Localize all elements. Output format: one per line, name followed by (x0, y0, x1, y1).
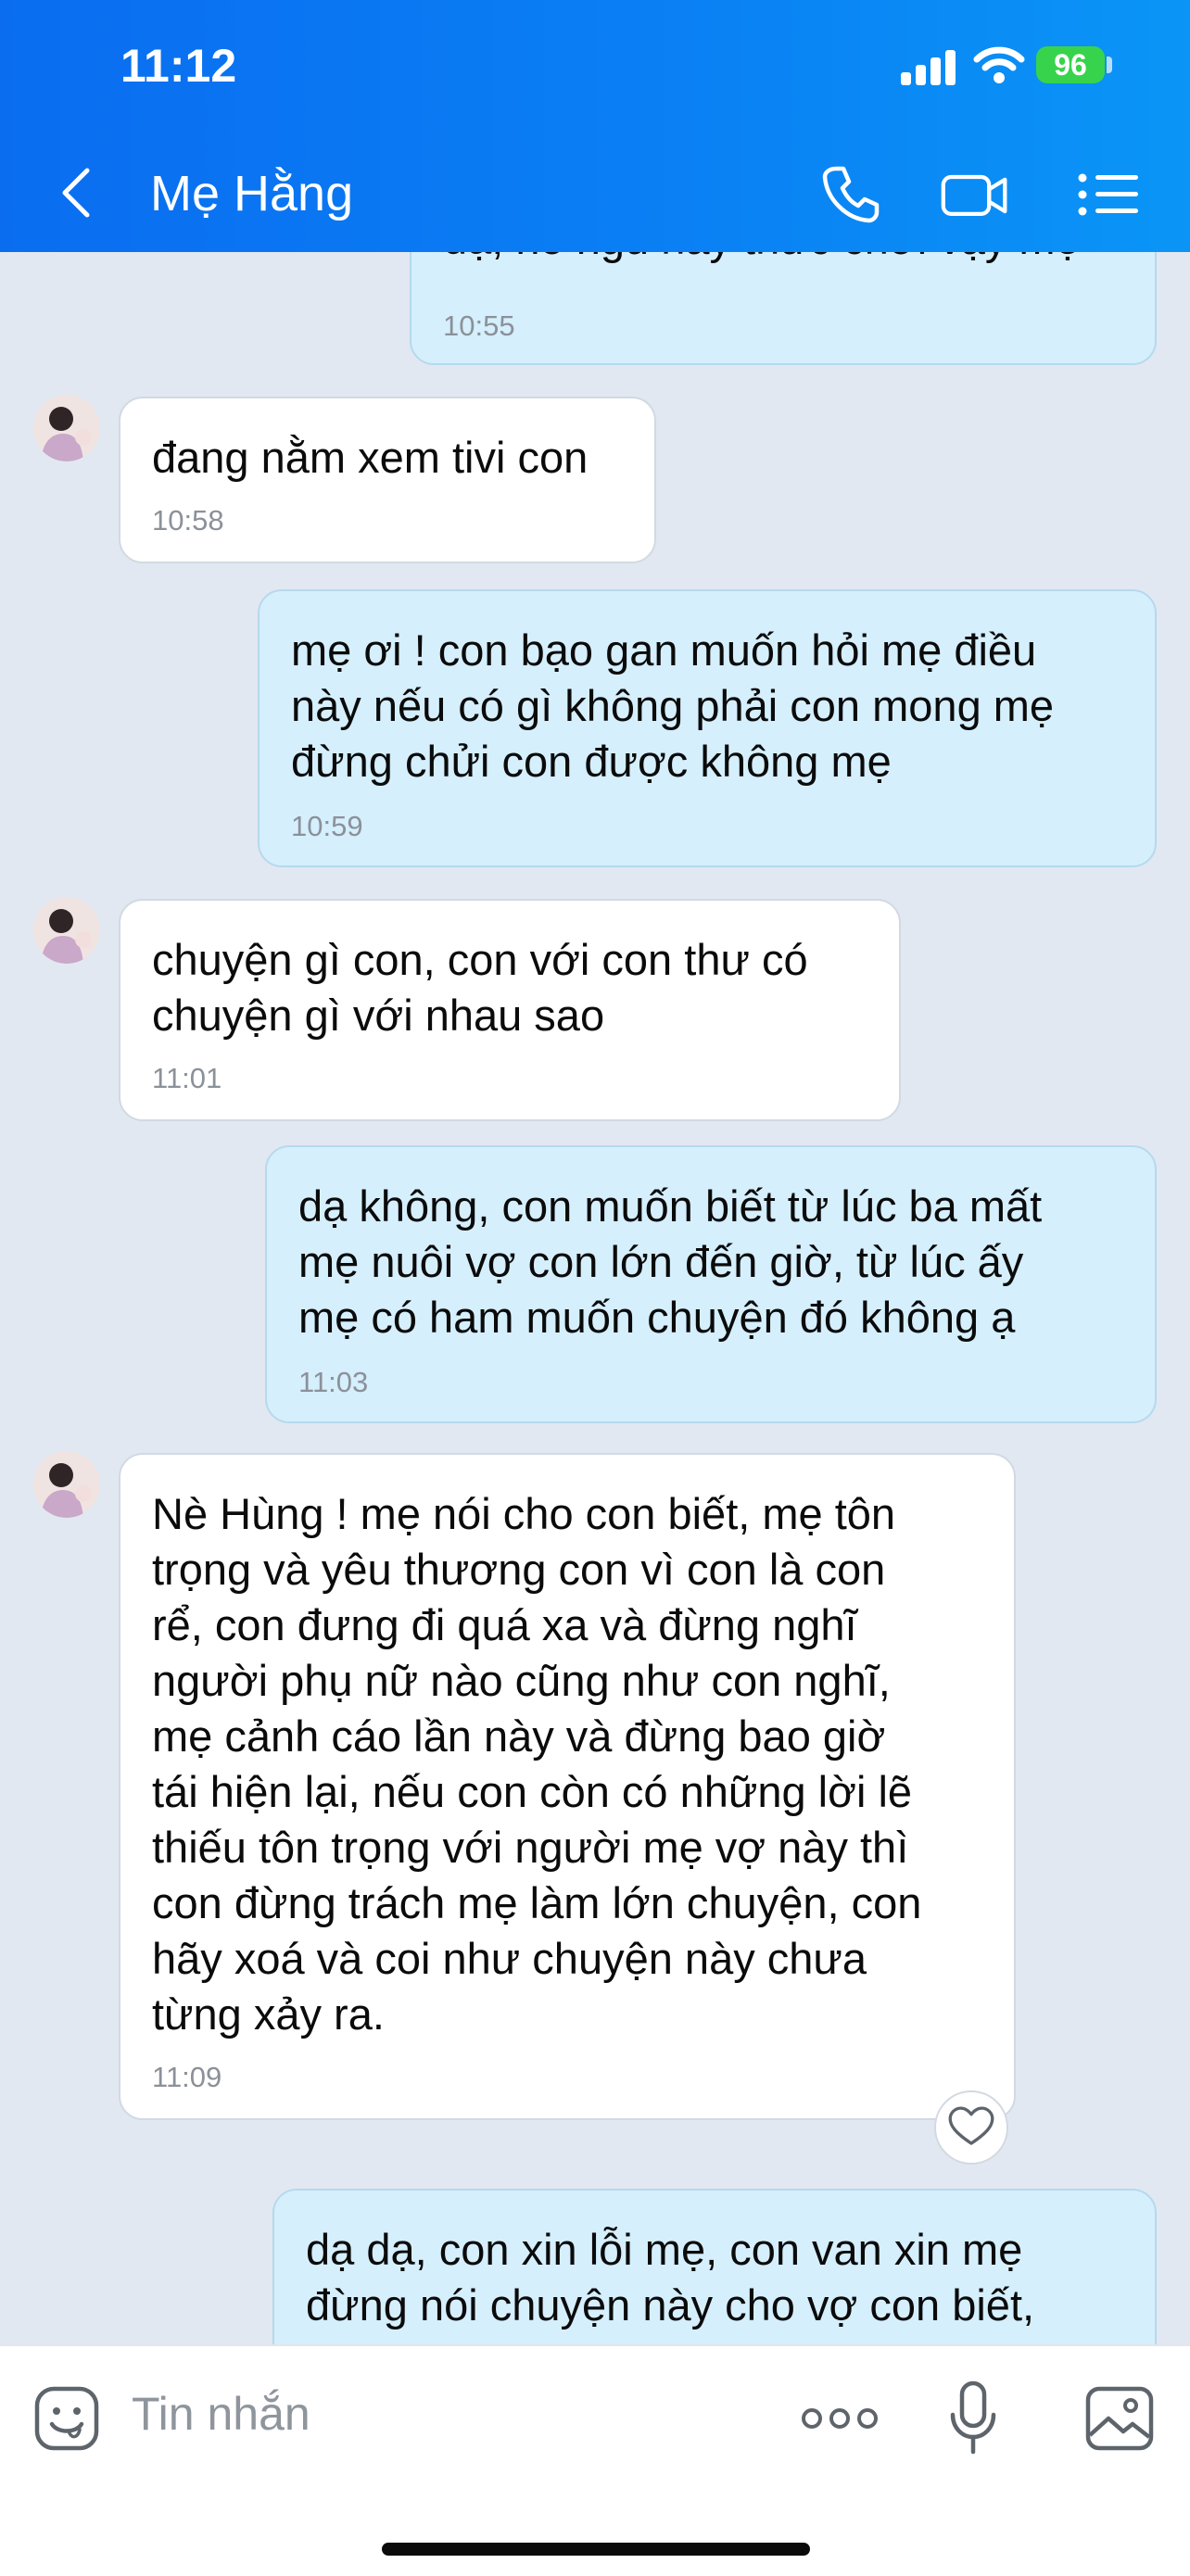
message-bubble-outgoing[interactable]: dạ, nó ngủ hay thức chơi vậy mẹ 10:55 (410, 252, 1157, 365)
message-text: dạ, nó ngủ hay thức chơi vậy mẹ (443, 252, 1123, 267)
avatar[interactable] (33, 1451, 100, 1518)
message-time: 10:55 (443, 309, 515, 342)
microphone-icon[interactable] (945, 2380, 1001, 2457)
message-bubble-outgoing[interactable]: mẹ ơi ! con bạo gan muốn hỏi mẹ điều này… (258, 589, 1157, 867)
message-list[interactable]: dạ, nó ngủ hay thức chơi vậy mẹ 10:55 đa… (0, 252, 1190, 2344)
avatar[interactable] (33, 897, 100, 964)
home-indicator (382, 2543, 810, 2556)
image-icon[interactable] (1082, 2383, 1157, 2454)
cellular-signal-icon (901, 48, 956, 85)
battery-indicator: 96 (1036, 46, 1105, 83)
message-text: dạ không, con muốn biết từ lúc ba mất mẹ… (298, 1181, 1043, 1342)
message-input[interactable]: Tin nhắn (132, 2387, 310, 2441)
message-bubble-outgoing[interactable]: dạ dạ, con xin lỗi mẹ, con van xin mẹ đừ… (272, 2189, 1157, 2344)
message-text: mẹ ơi ! con bạo gan muốn hỏi mẹ điều này… (291, 625, 1055, 786)
contact-name[interactable]: Mẹ Hằng (150, 165, 353, 222)
more-dots-icon[interactable] (801, 2400, 879, 2437)
wifi-icon (973, 46, 1025, 83)
message-bubble-outgoing[interactable]: dạ không, con muốn biết từ lúc ba mất mẹ… (265, 1145, 1157, 1423)
message-time: 11:03 (298, 1366, 369, 1398)
message-bubble-incoming[interactable]: đang nằm xem tivi con 10:58 (119, 397, 656, 563)
message-time: 11:01 (152, 1062, 222, 1094)
message-time: 11:09 (152, 2061, 222, 2093)
phone-icon[interactable] (816, 159, 886, 230)
message-text: Nè Hùng ! mẹ nói cho con biết, mẹ tôn tr… (152, 1489, 922, 2039)
message-bubble-incoming[interactable]: Nè Hùng ! mẹ nói cho con biết, mẹ tôn tr… (119, 1453, 1016, 2120)
avatar[interactable] (33, 395, 100, 461)
message-text: dạ dạ, con xin lỗi mẹ, con van xin mẹ đừ… (306, 2225, 1035, 2330)
battery-tip (1107, 57, 1112, 73)
chevron-left-icon[interactable] (57, 165, 95, 221)
message-input-bar: Tin nhắn (0, 2344, 1190, 2576)
message-time: 10:59 (291, 810, 363, 842)
heart-icon[interactable] (934, 2090, 1008, 2165)
message-bubble-incoming[interactable]: chuyện gì con, con với con thư có chuyện… (119, 899, 901, 1121)
message-text: chuyện gì con, con với con thư có chuyện… (152, 935, 808, 1040)
status-time: 11:12 (120, 40, 237, 92)
sticker-icon[interactable] (32, 2383, 102, 2454)
app-header: 11:12 96 Mẹ Hằng (0, 0, 1190, 252)
list-menu-icon[interactable] (1073, 159, 1144, 230)
message-text: đang nằm xem tivi con (152, 433, 589, 482)
video-camera-icon[interactable] (940, 159, 1010, 230)
message-time: 10:58 (152, 504, 224, 537)
